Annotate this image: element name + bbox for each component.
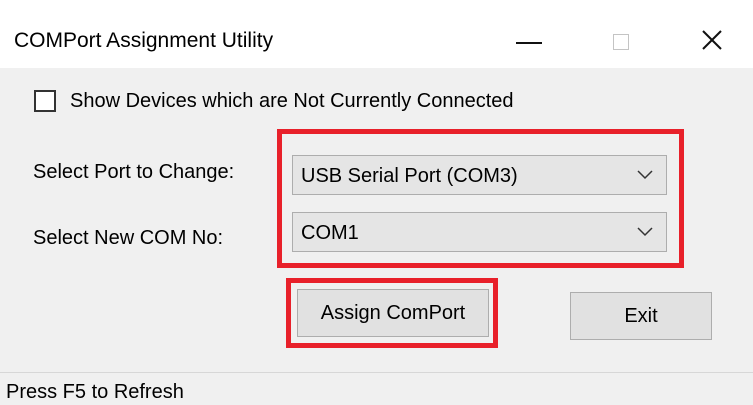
show-disconnected-label[interactable]: Show Devices which are Not Currently Con… [70, 89, 514, 113]
exit-button[interactable]: Exit [570, 292, 712, 340]
show-disconnected-checkbox[interactable] [34, 90, 56, 112]
status-bar: Press F5 to Refresh [0, 372, 753, 405]
assign-button-highlight-box [286, 278, 498, 348]
close-icon [702, 30, 722, 50]
maximize-icon [613, 34, 629, 50]
dropdowns-highlight-box [277, 129, 684, 268]
port-select-label: Select Port to Change: [33, 161, 235, 183]
title-bar[interactable]: COMPort Assignment Utility [0, 0, 753, 68]
app-window: COMPort Assignment Utility Show Devices … [0, 0, 753, 405]
status-text: Press F5 to Refresh [6, 381, 184, 403]
minimize-button[interactable] [489, 0, 573, 68]
window-title: COMPort Assignment Utility [14, 29, 274, 52]
maximize-button[interactable] [576, 0, 660, 68]
minimize-icon [516, 42, 542, 44]
com-select-label: Select New COM No: [33, 227, 224, 249]
close-button[interactable] [667, 0, 751, 68]
